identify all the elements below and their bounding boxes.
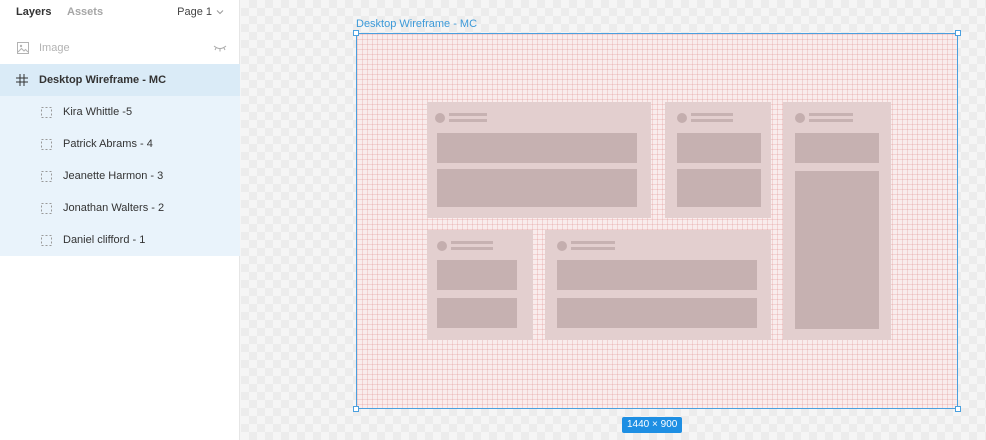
- resize-handle-top-left[interactable]: [353, 30, 359, 36]
- frame-name-label[interactable]: Desktop Wireframe - MC: [356, 18, 477, 30]
- tab-layers[interactable]: Layers: [16, 6, 51, 18]
- wireframe-avatar: [435, 113, 445, 123]
- wireframe-text-line: [571, 241, 615, 244]
- layer-frame-label: Desktop Wireframe - MC: [39, 74, 167, 86]
- layer-child[interactable]: Jeanette Harmon - 3: [0, 160, 240, 192]
- layer-child-label: Jonathan Walters - 2: [63, 202, 165, 214]
- chevron-down-icon: [216, 10, 224, 15]
- layer-child-label: Kira Whittle -5: [63, 106, 133, 118]
- wireframe-text-line: [449, 119, 487, 122]
- wireframe-text-line: [451, 247, 493, 250]
- layer-child[interactable]: Daniel clifford - 1: [0, 224, 240, 256]
- wireframe-text-line: [809, 113, 853, 116]
- resize-handle-bottom-left[interactable]: [353, 406, 359, 412]
- page-selector[interactable]: Page 1: [177, 6, 224, 18]
- resize-handle-top-right[interactable]: [955, 30, 961, 36]
- wireframe-card[interactable]: [665, 102, 771, 218]
- wireframe-card[interactable]: [427, 230, 533, 340]
- layers-panel: Layers Assets Page 1 Image Desktop Wiref…: [0, 0, 240, 440]
- layer-child[interactable]: Jonathan Walters - 2: [0, 192, 240, 224]
- wireframe-avatar: [557, 241, 567, 251]
- layer-child[interactable]: Kira Whittle -5: [0, 96, 240, 128]
- layer-child-label: Jeanette Harmon - 3: [63, 170, 164, 182]
- layer-child-label: Daniel clifford - 1: [63, 234, 146, 246]
- dashed-square-icon: [41, 170, 52, 182]
- wireframe-card[interactable]: [427, 102, 651, 218]
- layer-frame-desktop-wireframe[interactable]: Desktop Wireframe - MC: [0, 64, 240, 96]
- wireframe-text-line: [451, 241, 493, 244]
- desktop-wireframe-frame[interactable]: [353, 30, 961, 412]
- hash-frame-icon: [16, 74, 28, 86]
- layer-image[interactable]: Image: [0, 32, 240, 64]
- dashed-square-icon: [41, 202, 52, 214]
- wireframe-text-line: [571, 247, 615, 250]
- layer-children: Kira Whittle -5 Patrick Abrams - 4 Jeane…: [0, 96, 240, 256]
- wireframe-content-block: [437, 298, 517, 328]
- wireframe-card[interactable]: [545, 230, 771, 340]
- wireframe-content-block: [437, 133, 637, 163]
- wireframe-content-block: [437, 260, 517, 290]
- canvas[interactable]: Desktop Wireframe - MC 1440 × 900: [241, 0, 986, 440]
- page-selector-label: Page 1: [177, 6, 212, 18]
- dashed-square-icon: [41, 106, 52, 118]
- wireframe-content-block: [795, 133, 879, 163]
- resize-handle-bottom-right[interactable]: [955, 406, 961, 412]
- image-icon: [17, 42, 29, 54]
- wireframe-content-block: [557, 260, 757, 290]
- layer-child-label: Patrick Abrams - 4: [63, 138, 153, 150]
- wireframe-text-line: [449, 113, 487, 116]
- dashed-square-icon: [41, 138, 52, 150]
- wireframe-avatar: [795, 113, 805, 123]
- tab-assets[interactable]: Assets: [67, 6, 103, 18]
- wireframe-avatar: [677, 113, 687, 123]
- wireframe-content-block: [557, 298, 757, 328]
- layer-image-label: Image: [39, 42, 70, 54]
- eye-closed-icon[interactable]: [213, 44, 227, 52]
- wireframe-text-line: [691, 119, 733, 122]
- wireframe-content-block: [437, 169, 637, 207]
- layer-child[interactable]: Patrick Abrams - 4: [0, 128, 240, 160]
- wireframe-card[interactable]: [783, 102, 891, 340]
- wireframe-content-block: [677, 169, 761, 207]
- wireframe-content-block: [677, 133, 761, 163]
- wireframe-text-line: [809, 119, 853, 122]
- wireframe-content-block: [795, 171, 879, 329]
- wireframe-avatar: [437, 241, 447, 251]
- frame-size-badge: 1440 × 900: [622, 417, 683, 433]
- wireframe-text-line: [691, 113, 733, 116]
- dashed-square-icon: [41, 234, 52, 246]
- panel-tabs: Layers Assets Page 1: [0, 0, 240, 26]
